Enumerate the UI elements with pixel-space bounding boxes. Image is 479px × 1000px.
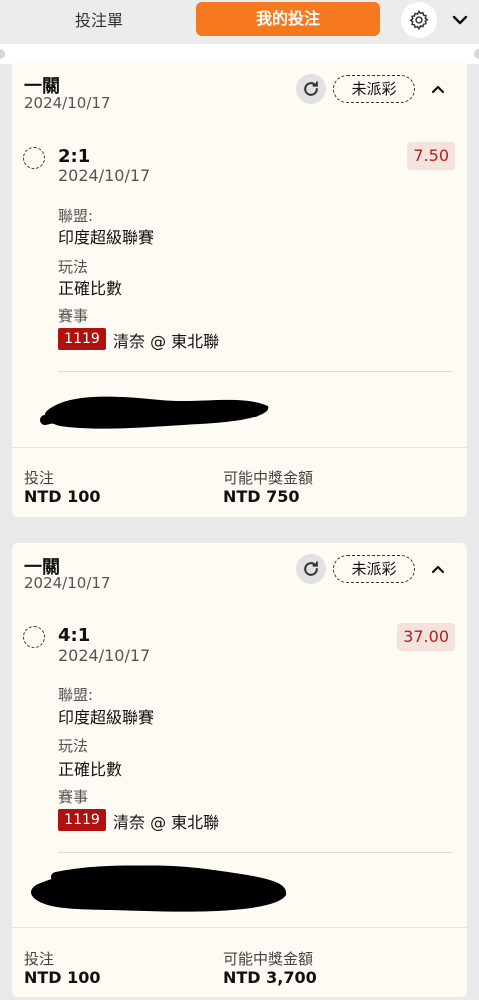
event-label: 賽事 xyxy=(58,307,89,325)
odds-value: 7.50 xyxy=(407,142,455,170)
redaction-scribble xyxy=(31,865,287,912)
selection-radio[interactable] xyxy=(23,147,45,169)
status-badge: 未派彩 xyxy=(333,75,415,103)
footer-divider xyxy=(12,927,467,928)
league-label: 聯盟: xyxy=(58,207,94,225)
card-collapse-button[interactable] xyxy=(428,79,448,99)
match-name: 清奈 @ 東北聯 xyxy=(113,813,220,832)
refresh-button[interactable] xyxy=(296,74,326,104)
league-value: 印度超級聯賽 xyxy=(58,708,155,727)
stake-label: 投注 xyxy=(24,469,55,487)
top-bar: 投注單 我的投注 xyxy=(0,0,479,44)
league-label: 聯盟: xyxy=(58,686,94,704)
payout-label: 可能中獎金額 xyxy=(223,469,314,487)
selection-date: 2024/10/17 xyxy=(58,166,151,185)
refresh-button[interactable] xyxy=(296,554,326,584)
refresh-icon xyxy=(304,561,318,576)
footer-divider xyxy=(12,447,467,448)
redaction-scribble xyxy=(40,396,269,429)
market-value: 正確比數 xyxy=(58,760,123,779)
payout-value: NTD 3,700 xyxy=(223,968,317,987)
menu-collapse-button[interactable] xyxy=(450,10,470,30)
selection-score: 4:1 xyxy=(58,625,91,646)
bet-card: 一關 2024/10/17 未派彩 4:1 2024/10/17 37.00 聯… xyxy=(12,543,467,997)
tab-my-bets[interactable]: 我的投注 xyxy=(196,2,380,36)
selection-radio[interactable] xyxy=(23,626,45,648)
bet-date: 2024/10/17 xyxy=(24,574,111,592)
market-value: 正確比數 xyxy=(58,279,123,298)
event-label: 賽事 xyxy=(58,788,89,806)
match-name: 清奈 @ 東北聯 xyxy=(113,332,220,351)
stake-value: NTD 100 xyxy=(24,968,101,987)
ticket-notch-right xyxy=(474,49,479,59)
odds-value: 37.00 xyxy=(397,623,455,651)
selection-score: 2:1 xyxy=(58,146,91,167)
chevron-up-icon xyxy=(431,85,445,93)
top-strip xyxy=(0,44,479,64)
match-id-badge: 1119 xyxy=(58,809,106,831)
status-badge: 未派彩 xyxy=(333,555,415,583)
league-value: 印度超級聯賽 xyxy=(58,228,155,247)
tab-betslip[interactable]: 投注單 xyxy=(40,6,158,36)
chevron-down-icon xyxy=(452,15,468,25)
stake-label: 投注 xyxy=(24,950,55,968)
payout-value: NTD 750 xyxy=(223,487,300,506)
bet-date: 2024/10/17 xyxy=(24,94,111,112)
bet-card: 一關 2024/10/17 未派彩 2:1 2024/10/17 7.50 聯盟… xyxy=(12,62,467,517)
payout-label: 可能中獎金額 xyxy=(223,950,314,968)
stake-value: NTD 100 xyxy=(24,487,101,506)
divider xyxy=(58,371,453,372)
divider xyxy=(58,852,453,853)
card-collapse-button[interactable] xyxy=(428,559,448,579)
selection-date: 2024/10/17 xyxy=(58,646,151,665)
ticket-notch-left xyxy=(0,49,5,59)
gear-icon xyxy=(409,9,429,31)
settings-button[interactable] xyxy=(401,2,437,38)
chevron-up-icon xyxy=(431,565,445,573)
market-label: 玩法 xyxy=(58,258,89,276)
refresh-icon xyxy=(304,81,318,96)
market-label: 玩法 xyxy=(58,737,89,755)
match-id-badge: 1119 xyxy=(58,328,106,350)
